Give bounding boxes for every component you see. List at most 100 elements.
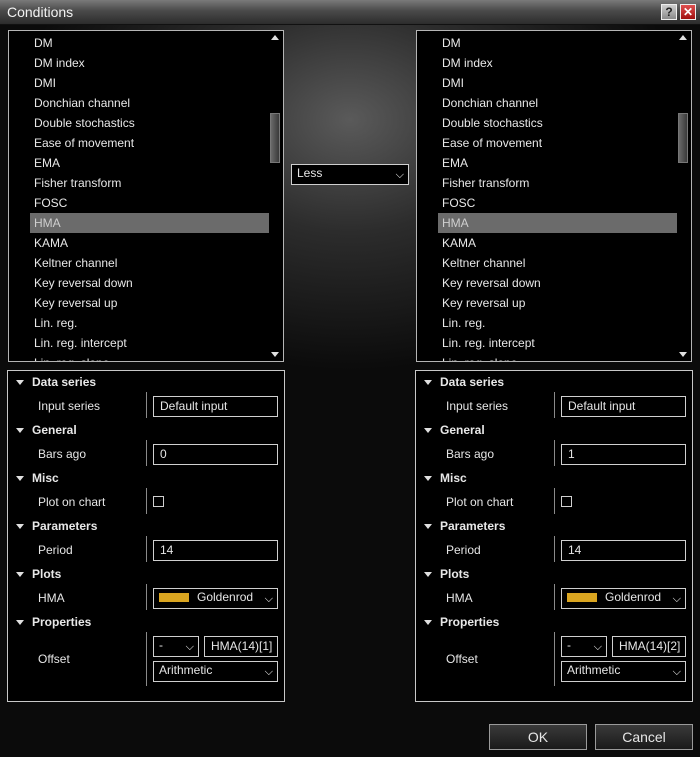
scroll-down-arrow-icon[interactable] (271, 352, 279, 357)
input-series-field[interactable]: Default input (153, 396, 278, 417)
list-item[interactable]: DM index (30, 53, 270, 73)
list-item[interactable]: Keltner channel (438, 253, 678, 273)
collapse-triangle-icon[interactable] (424, 380, 432, 385)
list-item[interactable]: EMA (30, 153, 270, 173)
title-bar[interactable]: Conditions ? ✕ (0, 0, 700, 25)
cancel-button[interactable]: Cancel (595, 724, 693, 750)
category-parameters[interactable]: Parameters (8, 516, 97, 536)
category-general[interactable]: General (8, 420, 77, 440)
list-item[interactable]: FOSC (438, 193, 678, 213)
bars-ago-field[interactable]: 0 (153, 444, 278, 465)
operator-select[interactable]: Less ⌵ (291, 164, 409, 185)
list-item[interactable]: DM index (438, 53, 678, 73)
offset-type-select[interactable]: Arithmetic ⌵ (153, 661, 278, 682)
column-divider (146, 584, 147, 610)
list-item[interactable]: Key reversal up (30, 293, 270, 313)
plot-hma-label: HMA (446, 591, 473, 605)
column-divider (146, 632, 147, 686)
list-item[interactable]: Lin. reg. (438, 313, 678, 333)
collapse-triangle-icon[interactable] (424, 476, 432, 481)
collapse-triangle-icon[interactable] (16, 620, 24, 625)
plot-color-select[interactable]: Goldenrod ⌵ (561, 588, 686, 609)
column-divider (554, 632, 555, 686)
category-plots[interactable]: Plots (8, 564, 61, 584)
offset-expression-field[interactable]: HMA(14)[2] (612, 636, 686, 657)
close-button[interactable]: ✕ (680, 4, 696, 20)
list-item[interactable]: Lin. reg. slope (438, 353, 678, 361)
scroll-up-arrow-icon[interactable] (271, 35, 279, 40)
plot-color-select[interactable]: Goldenrod ⌵ (153, 588, 278, 609)
offset-sign-select[interactable]: - ⌵ (561, 636, 607, 657)
list-item[interactable]: Key reversal down (438, 273, 678, 293)
list-item[interactable]: KAMA (438, 233, 678, 253)
category-data-series[interactable]: Data series (8, 372, 96, 392)
category-plots[interactable]: Plots (416, 564, 469, 584)
list-item[interactable]: Lin. reg. (30, 313, 270, 333)
collapse-triangle-icon[interactable] (16, 572, 24, 577)
scroll-thumb[interactable] (678, 113, 688, 163)
plot-color-name: Goldenrod (197, 590, 254, 604)
right-list-scrollbar[interactable] (677, 32, 690, 360)
offset-sign-select[interactable]: - ⌵ (153, 636, 199, 657)
collapse-triangle-icon[interactable] (424, 524, 432, 529)
category-data-series[interactable]: Data series (416, 372, 504, 392)
plot-on-chart-checkbox[interactable] (561, 496, 572, 507)
collapse-triangle-icon[interactable] (424, 572, 432, 577)
help-button[interactable]: ? (661, 4, 677, 20)
collapse-triangle-icon[interactable] (16, 476, 24, 481)
category-general[interactable]: General (416, 420, 485, 440)
list-item[interactable]: DMI (30, 73, 270, 93)
list-item[interactable]: Keltner channel (30, 253, 270, 273)
period-field[interactable]: 14 (153, 540, 278, 561)
scroll-down-arrow-icon[interactable] (679, 352, 687, 357)
list-item[interactable]: Ease of movement (438, 133, 678, 153)
list-item[interactable]: HMA (438, 213, 678, 233)
column-divider (146, 392, 147, 418)
period-field[interactable]: 14 (561, 540, 686, 561)
scroll-up-arrow-icon[interactable] (679, 35, 687, 40)
offset-type-select[interactable]: Arithmetic ⌵ (561, 661, 686, 682)
list-item[interactable]: Key reversal down (30, 273, 270, 293)
color-swatch (567, 593, 597, 603)
collapse-triangle-icon[interactable] (16, 524, 24, 529)
list-item[interactable]: Key reversal up (438, 293, 678, 313)
left-list-scrollbar[interactable] (269, 32, 282, 360)
right-indicator-list[interactable]: DM DM index DMI Donchian channel Double stoc… (416, 30, 692, 362)
list-item[interactable]: Lin. reg. intercept (30, 333, 270, 353)
list-item[interactable]: Donchian channel (438, 93, 678, 113)
list-item[interactable]: Donchian channel (30, 93, 270, 113)
list-item[interactable]: Double stochastics (30, 113, 270, 133)
list-item[interactable]: DMI (438, 73, 678, 93)
category-misc[interactable]: Misc (8, 468, 59, 488)
ok-button[interactable]: OK (489, 724, 587, 750)
collapse-triangle-icon[interactable] (16, 428, 24, 433)
input-series-field[interactable]: Default input (561, 396, 686, 417)
collapse-triangle-icon[interactable] (16, 380, 24, 385)
list-item[interactable]: Fisher transform (438, 173, 678, 193)
left-indicator-list[interactable]: DM DM index DMI Donchian channel Double stoc… (8, 30, 284, 362)
bars-ago-field[interactable]: 1 (561, 444, 686, 465)
list-item[interactable]: DM (438, 33, 678, 53)
list-item[interactable]: Ease of movement (30, 133, 270, 153)
list-item[interactable]: Lin. reg. slope (30, 353, 270, 361)
offset-expression-field[interactable]: HMA(14)[1] (204, 636, 278, 657)
category-misc[interactable]: Misc (416, 468, 467, 488)
category-parameters[interactable]: Parameters (416, 516, 505, 536)
left-indicator-items: DM DM index DMI Donchian channel Double stoc… (30, 33, 270, 361)
collapse-triangle-icon[interactable] (424, 428, 432, 433)
scroll-thumb[interactable] (270, 113, 280, 163)
list-item[interactable]: DM (30, 33, 270, 53)
list-item[interactable]: Double stochastics (438, 113, 678, 133)
plot-on-chart-checkbox[interactable] (153, 496, 164, 507)
collapse-triangle-icon[interactable] (424, 620, 432, 625)
list-item[interactable]: Fisher transform (30, 173, 270, 193)
chevron-down-icon: ⌵ (395, 169, 404, 181)
category-properties[interactable]: Properties (8, 612, 91, 632)
list-item[interactable]: FOSC (30, 193, 270, 213)
category-properties[interactable]: Properties (416, 612, 499, 632)
list-item[interactable]: KAMA (30, 233, 270, 253)
list-item[interactable]: HMA (30, 213, 270, 233)
list-item[interactable]: Lin. reg. intercept (438, 333, 678, 353)
list-item[interactable]: EMA (438, 153, 678, 173)
column-divider (554, 536, 555, 562)
